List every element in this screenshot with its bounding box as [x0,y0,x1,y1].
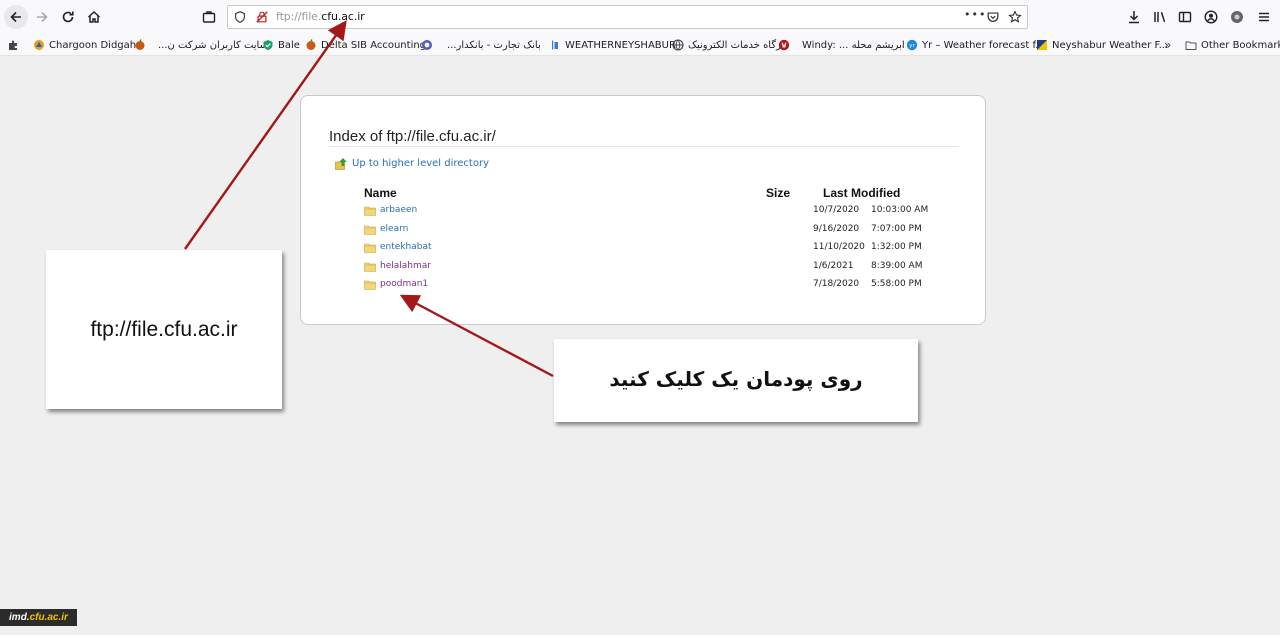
account-button[interactable] [1199,5,1223,29]
modified-time: 5:58:00 PM [871,279,922,289]
folder-icon [364,206,376,216]
ftp-index-panel: Index of ftp://file.cfu.ac.ir/ Up to hig… [300,95,986,325]
library-icon [1154,11,1166,23]
modified-date: 7/18/2020 [813,279,860,289]
bookmark-other-bookmarks[interactable]: Other Bookmarks [1185,37,1280,53]
reload-icon [62,11,74,23]
bookmark-e-services-portal[interactable]: درگاه خدمات الکترونیک [672,37,785,53]
page-actions-more-icon[interactable]: ••• [964,8,986,21]
file-row: helalahmar 1/6/2021 8:39:00 AM [364,261,964,275]
hamburger-menu-icon [1259,12,1269,22]
bookmark-chargoon[interactable]: Chargoon Didgah [33,37,136,53]
fruit-icon [135,39,145,50]
modified-date: 1/6/2021 [813,260,854,271]
forward-arrow-icon [37,11,48,23]
bookmarks-overflow-button[interactable]: » [1164,37,1171,53]
modified-time: 8:39:00 AM [871,260,923,271]
fruit-icon [306,39,316,50]
column-header-size[interactable]: Size [766,186,790,200]
globe-icon [672,39,684,51]
modified-date: 10/7/2020 [813,205,860,215]
download-icon [1129,11,1139,24]
back-arrow-icon [10,11,21,23]
yr-icon: yr [906,39,918,51]
home-button[interactable] [82,5,106,29]
account-icon [1204,10,1218,24]
back-button[interactable] [4,5,28,29]
folder-icon [1185,41,1197,50]
column-header-name[interactable]: Name [364,186,397,200]
url-text[interactable]: ftp://file.cfu.ac.ir [276,10,365,23]
tracking-shield-icon[interactable] [232,9,248,25]
folder-link[interactable]: elearn [380,224,408,234]
title-divider [329,146,959,147]
column-header-last-modified[interactable]: Last Modified [823,186,900,200]
bank-icon [422,40,432,50]
page-title: Index of ftp://file.cfu.ac.ir/ [329,128,496,145]
file-row: arbaeen 10/7/2020 10:03:00 AM [364,205,964,219]
flag-icon [1037,40,1047,50]
folder-link[interactable]: entekhabat [380,242,432,252]
screenshot-button[interactable] [197,5,221,29]
chevron-double-right-icon: » [1164,38,1172,52]
insecure-lock-icon[interactable] [254,9,270,25]
weather-icon [552,40,558,50]
library-button[interactable] [1148,5,1172,29]
pocket-icon[interactable] [985,9,1001,25]
bookmark-star-icon[interactable] [1007,9,1023,25]
extension-globe-icon [1231,11,1243,23]
modified-time: 7:07:00 PM [871,223,922,234]
modified-time: 1:32:00 PM [871,242,922,252]
address-bar[interactable]: ftp://file.cfu.ac.ir ••• [227,5,1028,29]
extension-button[interactable] [1225,5,1249,29]
site-watermark: imd. cfu.ac.ir [0,609,77,626]
callout-click-poodman: روی پودمان یک کلیک کنید [554,339,918,422]
bookmark-delta-sib[interactable]: Delta SIB Accounting [305,37,426,53]
folder-link[interactable]: poodman1 [380,279,428,289]
chargoon-icon [34,40,44,50]
modified-date: 11/10/2020 [813,242,865,252]
bookmark-bale[interactable]: Bale [262,37,300,53]
callout-ftp-address: ftp://file.cfu.ac.ir [46,250,282,409]
bookmark-yr-weather[interactable]: yr Yr – Weather forecast f... [906,37,1045,53]
folder-icon [364,262,376,272]
modified-time: 10:03:00 AM [871,205,929,215]
home-icon [87,10,101,23]
sidebar-icon [1178,11,1192,23]
file-row: entekhabat 11/10/2020 1:32:00 PM [364,242,964,256]
forward-button[interactable] [30,5,54,29]
file-row: elearn 9/16/2020 7:07:00 PM [364,224,964,238]
reload-button[interactable] [56,5,80,29]
folder-icon [364,243,376,253]
folder-link[interactable]: helalahmar [380,261,431,271]
callout-ftp-address-text: ftp://file.cfu.ac.ir [90,318,238,341]
extensions-puzzle-button[interactable] [8,37,24,53]
browser-toolbar: ftp://file.cfu.ac.ir ••• [0,0,1280,34]
modified-date: 9/16/2020 [813,223,860,234]
sidebar-button[interactable] [1173,5,1197,29]
up-directory-link[interactable]: Up to higher level directory [335,157,489,170]
screenshot-icon [202,11,216,23]
bale-icon [263,40,273,50]
bookmark-neyshabur-weather[interactable]: Neyshabur Weather F... [1036,37,1168,53]
bookmark-bank-tejarat[interactable]: بانک تجارت - بانکدار... [421,37,541,53]
file-row: poodman1 7/18/2020 5:58:00 PM [364,279,964,293]
folder-icon [364,280,376,290]
puzzle-icon [9,40,17,50]
callout-click-poodman-text: روی پودمان یک کلیک کنید [609,367,863,391]
bookmarks-toolbar: Chargoon Didgah سایت کاربران شرکت ن... B… [0,34,1280,56]
windy-icon [778,39,790,51]
bookmark-weatherneyshabur[interactable]: WEATHERNEYSHABUR [549,37,676,53]
bookmark-windy[interactable]: Windy: ... ابریشم محله [778,37,905,53]
folder-icon [364,225,376,235]
folder-link[interactable]: arbaeen [380,205,417,215]
svg-text:yr: yr [909,43,915,49]
bookmark-company-users[interactable]: سایت کاربران شرکت ن... [134,37,268,53]
downloads-button[interactable] [1122,5,1146,29]
menu-button[interactable] [1252,5,1276,29]
up-folder-icon [335,158,347,170]
